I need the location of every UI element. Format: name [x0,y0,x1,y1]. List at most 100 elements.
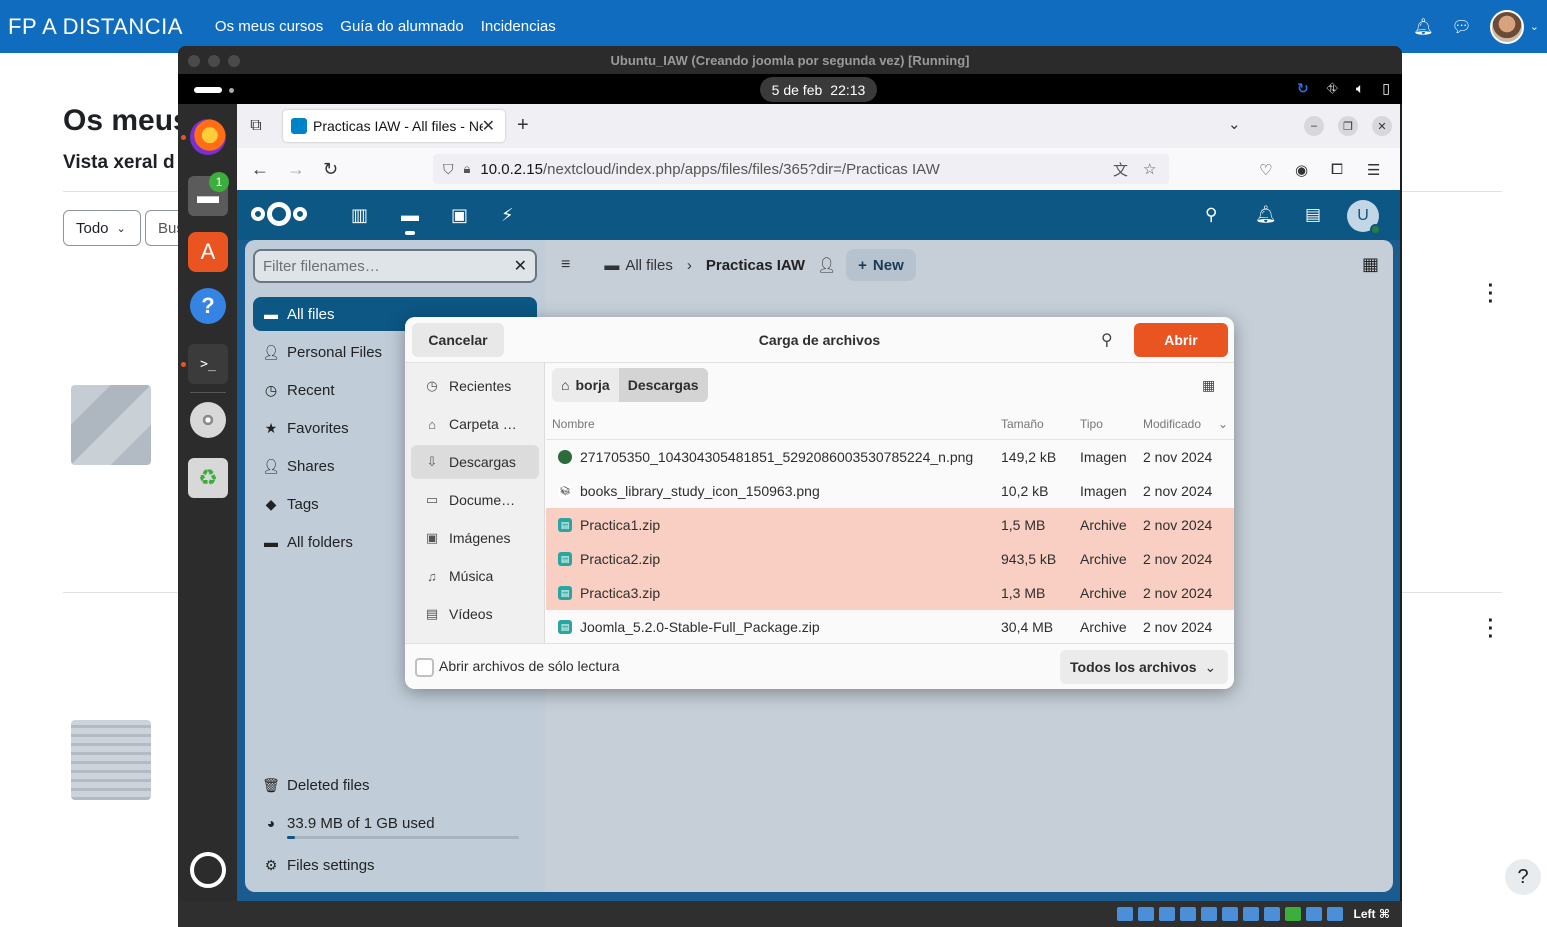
disc-icon[interactable] [190,402,226,438]
optical-drive-icon[interactable] [1137,907,1154,921]
list-tabs-icon[interactable]: ⌄ [1228,115,1241,133]
minimize-icon[interactable]: – [1304,116,1324,136]
minimize-window-button[interactable] [208,55,220,67]
cancel-button[interactable]: Cancelar [412,323,504,357]
sort-chevron-icon[interactable]: ⌄ [1218,417,1228,431]
dashboard-icon[interactable]: ▥ [351,205,368,226]
course-image[interactable] [71,385,151,465]
toggle-navigation-icon[interactable]: ≡ [561,256,570,274]
place-videos[interactable]: ▤ Vídeos [411,597,539,631]
place-downloads[interactable]: ⇩ Descargas [411,445,539,479]
file-row[interactable]: ▤ Practica2.zip 943,5 kB Archive 2 nov 2024 [546,542,1234,576]
file-row[interactable]: 271705350_104304305481851_52920860035307… [546,440,1234,474]
place-pictures[interactable]: ▣ Imágenes [411,521,539,555]
place-documents[interactable]: ▭ Docume… [411,483,539,517]
filter-filenames-input[interactable]: Filter filenames… ✕ [253,249,537,283]
search-icon[interactable]: ⚲ [1101,330,1113,350]
new-button[interactable]: + New [846,249,916,281]
back-icon[interactable]: ← [251,159,269,180]
new-tab-icon[interactable]: + [517,114,529,137]
trash-icon[interactable]: ♻ [188,458,228,498]
nav-deleted-files[interactable]: 🗑︎ Deleted files [253,768,537,802]
extensions-icon[interactable]: ⧠ [1331,161,1343,178]
nav-my-courses[interactable]: Os meus cursos [215,18,323,35]
breadcrumb-current[interactable]: Practicas IAW [706,257,805,274]
firefox-view-icon[interactable]: ⧉ [247,117,265,135]
file-type-filter[interactable]: Todos los archivos ⌄ [1060,650,1228,684]
bookmark-star-icon[interactable]: ☆ [1143,160,1156,178]
nav-incidents[interactable]: Incidencias [481,18,556,35]
account-icon[interactable]: ◉ [1295,161,1308,179]
file-row[interactable]: ▤ Practica3.zip 1,3 MB Archive 2 nov 2024 [546,576,1234,610]
notifications-icon[interactable]: 🔔︎ [1255,205,1277,225]
network-icon[interactable]: ⛗ [1327,80,1338,97]
tab-nextcloud[interactable]: Practicas IAW - All files - Nextcloud ✕ [283,110,505,142]
close-icon[interactable]: ✕ [1372,116,1392,136]
workspace-dot[interactable] [229,88,234,93]
close-tab-icon[interactable]: ✕ [482,116,495,136]
clear-filter-icon[interactable]: ✕ [514,256,527,276]
translate-icon[interactable]: 文 [1113,159,1128,180]
breadcrumb-all-files[interactable]: All files [625,257,673,274]
zoom-window-button[interactable] [228,55,240,67]
firefox-icon[interactable] [190,119,226,155]
grid-view-icon[interactable]: ▦ [1202,377,1215,394]
pocket-icon[interactable]: ♡ [1259,161,1272,179]
workspace-indicator[interactable] [194,87,222,93]
file-row[interactable]: 📚︎ books_library_study_icon_150963.png 10,… [546,474,1234,508]
file-row[interactable]: ▤ Joomla_5.2.0-Stable-Full_Package.zip 30,… [546,610,1234,644]
hard-disk-icon[interactable] [1116,907,1133,921]
readonly-checkbox[interactable] [415,658,434,677]
avatar[interactable] [1489,9,1524,44]
path-home[interactable]: ⌂ borja [552,368,619,402]
contacts-icon[interactable]: ▤ [1305,205,1321,225]
recording-icon[interactable] [1263,907,1280,921]
course-menu-icon[interactable]: · · · [1484,276,1498,312]
place-recent[interactable]: ◷ Recientes [411,369,539,403]
chevron-down-icon[interactable]: ⌄ [1530,20,1539,33]
reload-icon[interactable]: ↻ [323,159,338,180]
app-center-icon[interactable]: A [188,232,228,272]
network-adapter-icon[interactable] [1179,907,1196,921]
course-filter-select[interactable]: Todo ⌄ [63,210,141,246]
lock-icon[interactable]: 🔒︎ [464,161,471,177]
shared-folders-icon[interactable] [1221,907,1238,921]
usb-icon[interactable] [1200,907,1217,921]
file-row[interactable]: ▤ Practica1.zip 1,5 MB Archive 2 nov 2024 [546,508,1234,542]
show-apps-icon[interactable] [190,852,226,888]
nav-files-settings[interactable]: ⚙ Files settings [253,848,537,882]
nextcloud-logo-icon[interactable] [251,202,307,226]
place-music[interactable]: ♫ Música [411,559,539,593]
volume-icon[interactable]: 🔈︎ [1356,80,1364,97]
system-tray[interactable]: ↻ ⛗ 🔈︎ ▯ [1297,80,1390,97]
column-type[interactable]: Tipo [1080,417,1103,431]
files-app-icon[interactable]: ▬ [401,205,419,235]
keyboard-icon[interactable] [1326,907,1343,921]
readonly-label[interactable]: Abrir archivos de sólo lectura [439,658,620,674]
grid-view-icon[interactable]: ▦ [1362,254,1379,275]
column-modified[interactable]: Modificado [1143,417,1201,431]
audio-icon[interactable] [1158,907,1175,921]
close-window-button[interactable] [188,55,200,67]
column-name[interactable]: Nombre [552,417,595,431]
forward-icon[interactable]: → [287,159,305,180]
shield-icon[interactable]: ⛉ [443,161,454,178]
share-folder-icon[interactable]: 👤︎ [817,256,836,274]
url-bar[interactable]: ⛉ 🔒︎ 10.0.2.15 /nextcloud/index.php/apps… [433,154,1169,184]
open-button[interactable]: Abrir [1134,323,1228,357]
menu-icon[interactable]: ☰ [1367,161,1380,179]
restore-icon[interactable]: ❐ [1338,116,1358,136]
refresh-icon[interactable]: ↻ [1297,80,1309,97]
column-size[interactable]: Tamaño [1001,417,1044,431]
course-menu-icon[interactable]: · · · [1484,611,1498,647]
search-icon[interactable]: ⚲ [1205,205,1217,225]
display-icon[interactable] [1242,907,1259,921]
place-home[interactable]: ⌂ Carpeta … [411,407,539,441]
battery-icon[interactable]: ▯ [1382,80,1390,97]
nav-student-guide[interactable]: Guía do alumnado [340,18,463,35]
bell-icon[interactable]: 🔔︎ [1413,17,1433,37]
help-button[interactable]: ? [1505,859,1541,895]
path-downloads[interactable]: Descargas [618,368,708,402]
activity-icon[interactable]: ⚡ [501,205,514,226]
photos-icon[interactable]: ▣ [451,205,468,226]
